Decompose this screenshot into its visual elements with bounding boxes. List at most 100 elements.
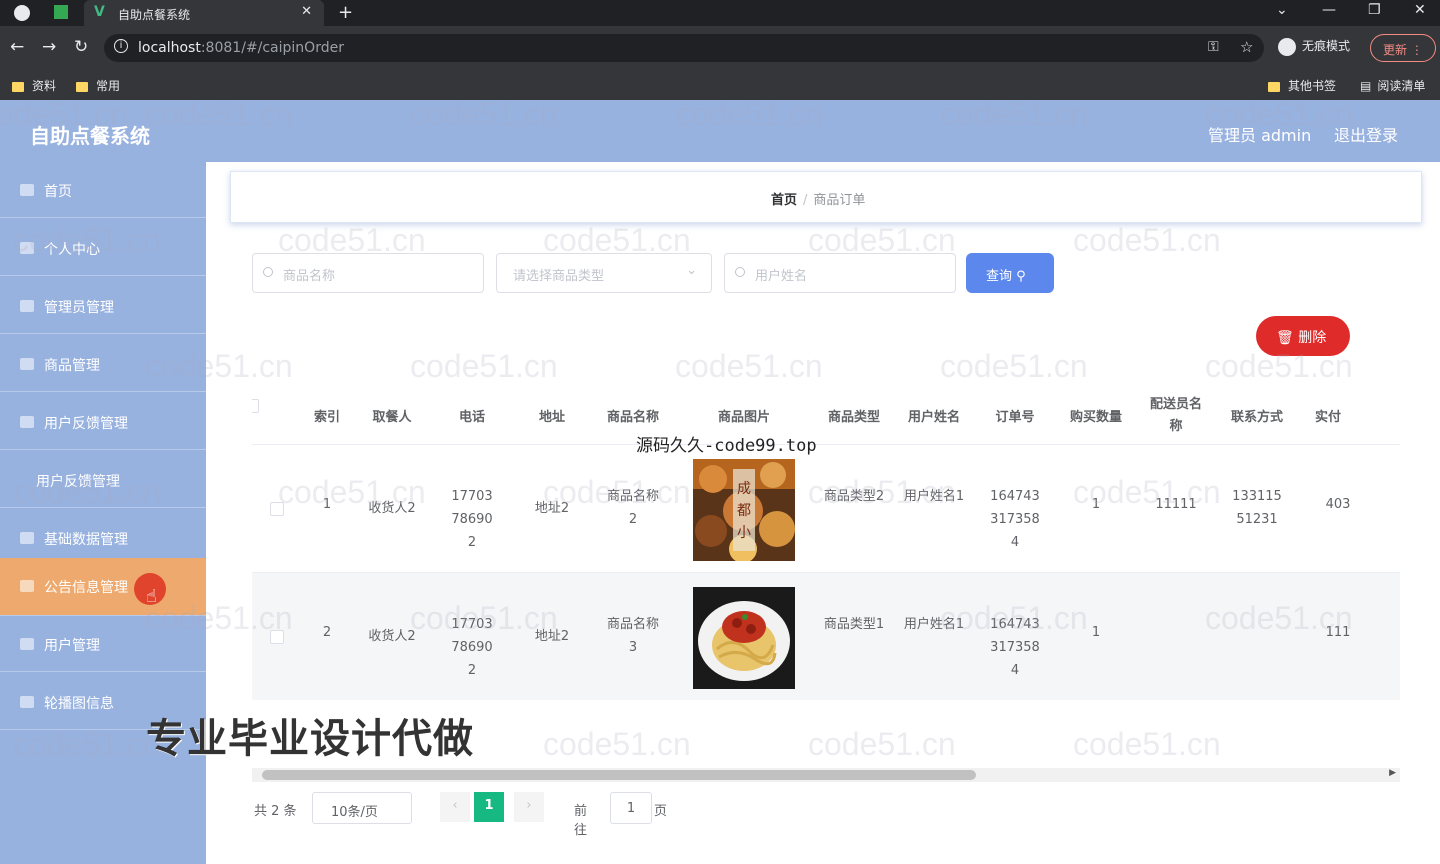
row-checkbox[interactable] (270, 630, 284, 644)
chevron-down-icon: ⌄ (686, 263, 697, 278)
column-header: 地址 (538, 410, 565, 425)
query-button[interactable]: 查询 ⚲ (966, 253, 1054, 293)
source-overlay-text: 源码久久-code99.top (636, 436, 817, 456)
scrollbar-thumb[interactable] (262, 770, 976, 780)
row-select[interactable] (252, 445, 302, 573)
column-header: 联系方式 (1230, 410, 1283, 425)
cell-qty: 1 (1091, 625, 1101, 640)
table-row[interactable]: 1 收货人2 17703786902 地址2 商品名称2 成 都 小 商品类型2… (252, 444, 1400, 572)
sidebar-item-users[interactable]: 用户管理 (0, 616, 206, 672)
new-tab-icon[interactable]: + (338, 2, 353, 23)
svg-text:都: 都 (737, 503, 751, 519)
sidebar-item-profile[interactable]: 个人中心 (0, 220, 206, 276)
cell-user: 用户姓名1 (903, 489, 965, 504)
active-tab[interactable]: V 自助点餐系统 ✕ (84, 0, 324, 26)
header-select-all[interactable] (252, 384, 302, 444)
cell-image (674, 573, 814, 701)
cell-order-no: 1647433173584 (990, 617, 1040, 678)
cell-paid: 403 (1325, 497, 1351, 512)
cell-qty: 1 (1091, 497, 1101, 512)
update-button[interactable]: 更新 ⋮ (1370, 34, 1436, 62)
row-checkbox[interactable] (270, 502, 284, 516)
folder-icon (76, 81, 88, 92)
incognito-icon (1278, 37, 1296, 56)
column-header: 实付 (1314, 410, 1341, 425)
next-page-button[interactable]: › (514, 792, 544, 822)
close-window-icon[interactable]: ✕ (1414, 2, 1426, 18)
carousel-icon (20, 696, 34, 708)
back-icon[interactable]: ← (10, 37, 24, 57)
url-text: localhost:8081/#/caipinOrder (138, 40, 344, 56)
bookmark-star-icon[interactable]: ☆ (1240, 38, 1253, 56)
breadcrumb: 首页 / 商品订单 (230, 171, 1422, 223)
bookmark-folder[interactable]: 资料 (12, 77, 56, 94)
bookmark-folder[interactable]: 其他书签 (1268, 77, 1336, 94)
user-name-input[interactable]: 用户姓名 (724, 253, 956, 293)
sidebar-item-products[interactable]: 商品管理 (0, 336, 206, 392)
cell-index: 2 (322, 625, 332, 640)
row-select[interactable] (252, 573, 302, 701)
minimize-icon[interactable]: — (1322, 2, 1336, 18)
page-number-current[interactable]: 1 (474, 792, 504, 822)
data-icon (20, 532, 34, 544)
forward-icon[interactable]: → (42, 37, 56, 57)
cell-phone: 17703786902 (451, 617, 493, 678)
delete-button[interactable]: 🗑︎ 删除 (1256, 316, 1350, 356)
site-info-icon[interactable]: i (114, 39, 128, 53)
folder-icon (12, 81, 24, 92)
sheet-tab-icon[interactable] (54, 5, 68, 19)
scroll-right-icon[interactable]: ▶ (1389, 768, 1396, 778)
food-image-1[interactable]: 成 都 小 (693, 459, 795, 561)
url-field[interactable]: i localhost:8081/#/caipinOrder ⚿ ☆ (104, 34, 1264, 62)
column-header: 用户姓名 (907, 410, 960, 425)
address-bar: ← → ↻ i localhost:8081/#/caipinOrder ⚿ ☆… (0, 26, 1440, 70)
table-row[interactable]: 2 收货人2 17703786902 地址2 商品名称3 商品类型1 用户姓名1… (252, 572, 1400, 700)
ad-overlay-text: 专业毕业设计代做 (146, 716, 474, 762)
cell-type: 商品类型2 (823, 489, 885, 504)
sidebar-item-feedback[interactable]: 用户反馈管理 (0, 394, 206, 450)
breadcrumb-home[interactable]: 首页 (771, 193, 797, 208)
total-count: 共 2 条 (254, 804, 297, 819)
table-horizontal-scrollbar[interactable]: ▶ (252, 768, 1400, 782)
search-icon (735, 267, 745, 277)
sidebar-item-admins[interactable]: 管理员管理 (0, 278, 206, 334)
page-size-select[interactable]: 10条/页 (312, 792, 412, 824)
cell-courier (1136, 573, 1216, 701)
app-header: 自助点餐系统 管理员 admin 退出登录 (0, 100, 1440, 162)
bookmarks-bar: 资料 常用 其他书签 ▤ 阅读清单 (0, 70, 1440, 100)
incognito-indicator[interactable]: 无痕模式 (1278, 37, 1350, 56)
browser-tab-strip: V 自助点餐系统 ✕ + ⌄ — ❐ ✕ (0, 0, 1440, 26)
svg-text:小: 小 (737, 525, 751, 541)
product-name-input[interactable]: 商品名称 (252, 253, 484, 293)
sidebar-subitem-feedback[interactable]: 用户反馈管理 (0, 452, 206, 508)
browser-logo-icon (14, 5, 30, 21)
cell-recipient: 收货人2 (368, 629, 416, 644)
goto-page-input[interactable]: 1 (610, 792, 652, 824)
key-icon[interactable]: ⚿ (1208, 39, 1219, 55)
cell-image: 成 都 小 (674, 445, 814, 573)
column-header: 电话 (458, 410, 485, 425)
vue-favicon-icon: V (94, 4, 105, 20)
app-title: 自助点餐系统 (30, 124, 150, 148)
column-header: 订单号 (995, 410, 1035, 425)
column-header: 取餐人 (372, 410, 412, 425)
notice-icon (20, 580, 34, 592)
reload-icon[interactable]: ↻ (74, 37, 88, 57)
select-all-checkbox[interactable] (252, 399, 259, 413)
reading-list[interactable]: ▤ 阅读清单 (1360, 77, 1425, 94)
svg-text:成: 成 (737, 481, 751, 497)
bookmark-folder[interactable]: 常用 (76, 77, 120, 94)
logout-link[interactable]: 退出登录 (1334, 122, 1398, 146)
cell-address: 地址2 (534, 629, 570, 644)
sidebar-item-notices[interactable]: 公告信息管理 ☝ (0, 558, 206, 616)
tab-search-icon[interactable]: ⌄ (1276, 2, 1288, 18)
cell-product: 商品名称3 (606, 617, 659, 655)
product-type-select[interactable]: 请选择商品类型 ⌄ (496, 253, 712, 293)
feedback-icon (20, 416, 34, 428)
tab-close-icon[interactable]: ✕ (301, 4, 312, 19)
food-image-2[interactable] (693, 587, 795, 689)
prev-page-button[interactable]: ‹ (440, 792, 470, 822)
sidebar-item-home[interactable]: 首页 (0, 162, 206, 218)
trash-icon: 🗑︎ (1276, 330, 1294, 346)
restore-icon[interactable]: ❐ (1368, 2, 1381, 18)
